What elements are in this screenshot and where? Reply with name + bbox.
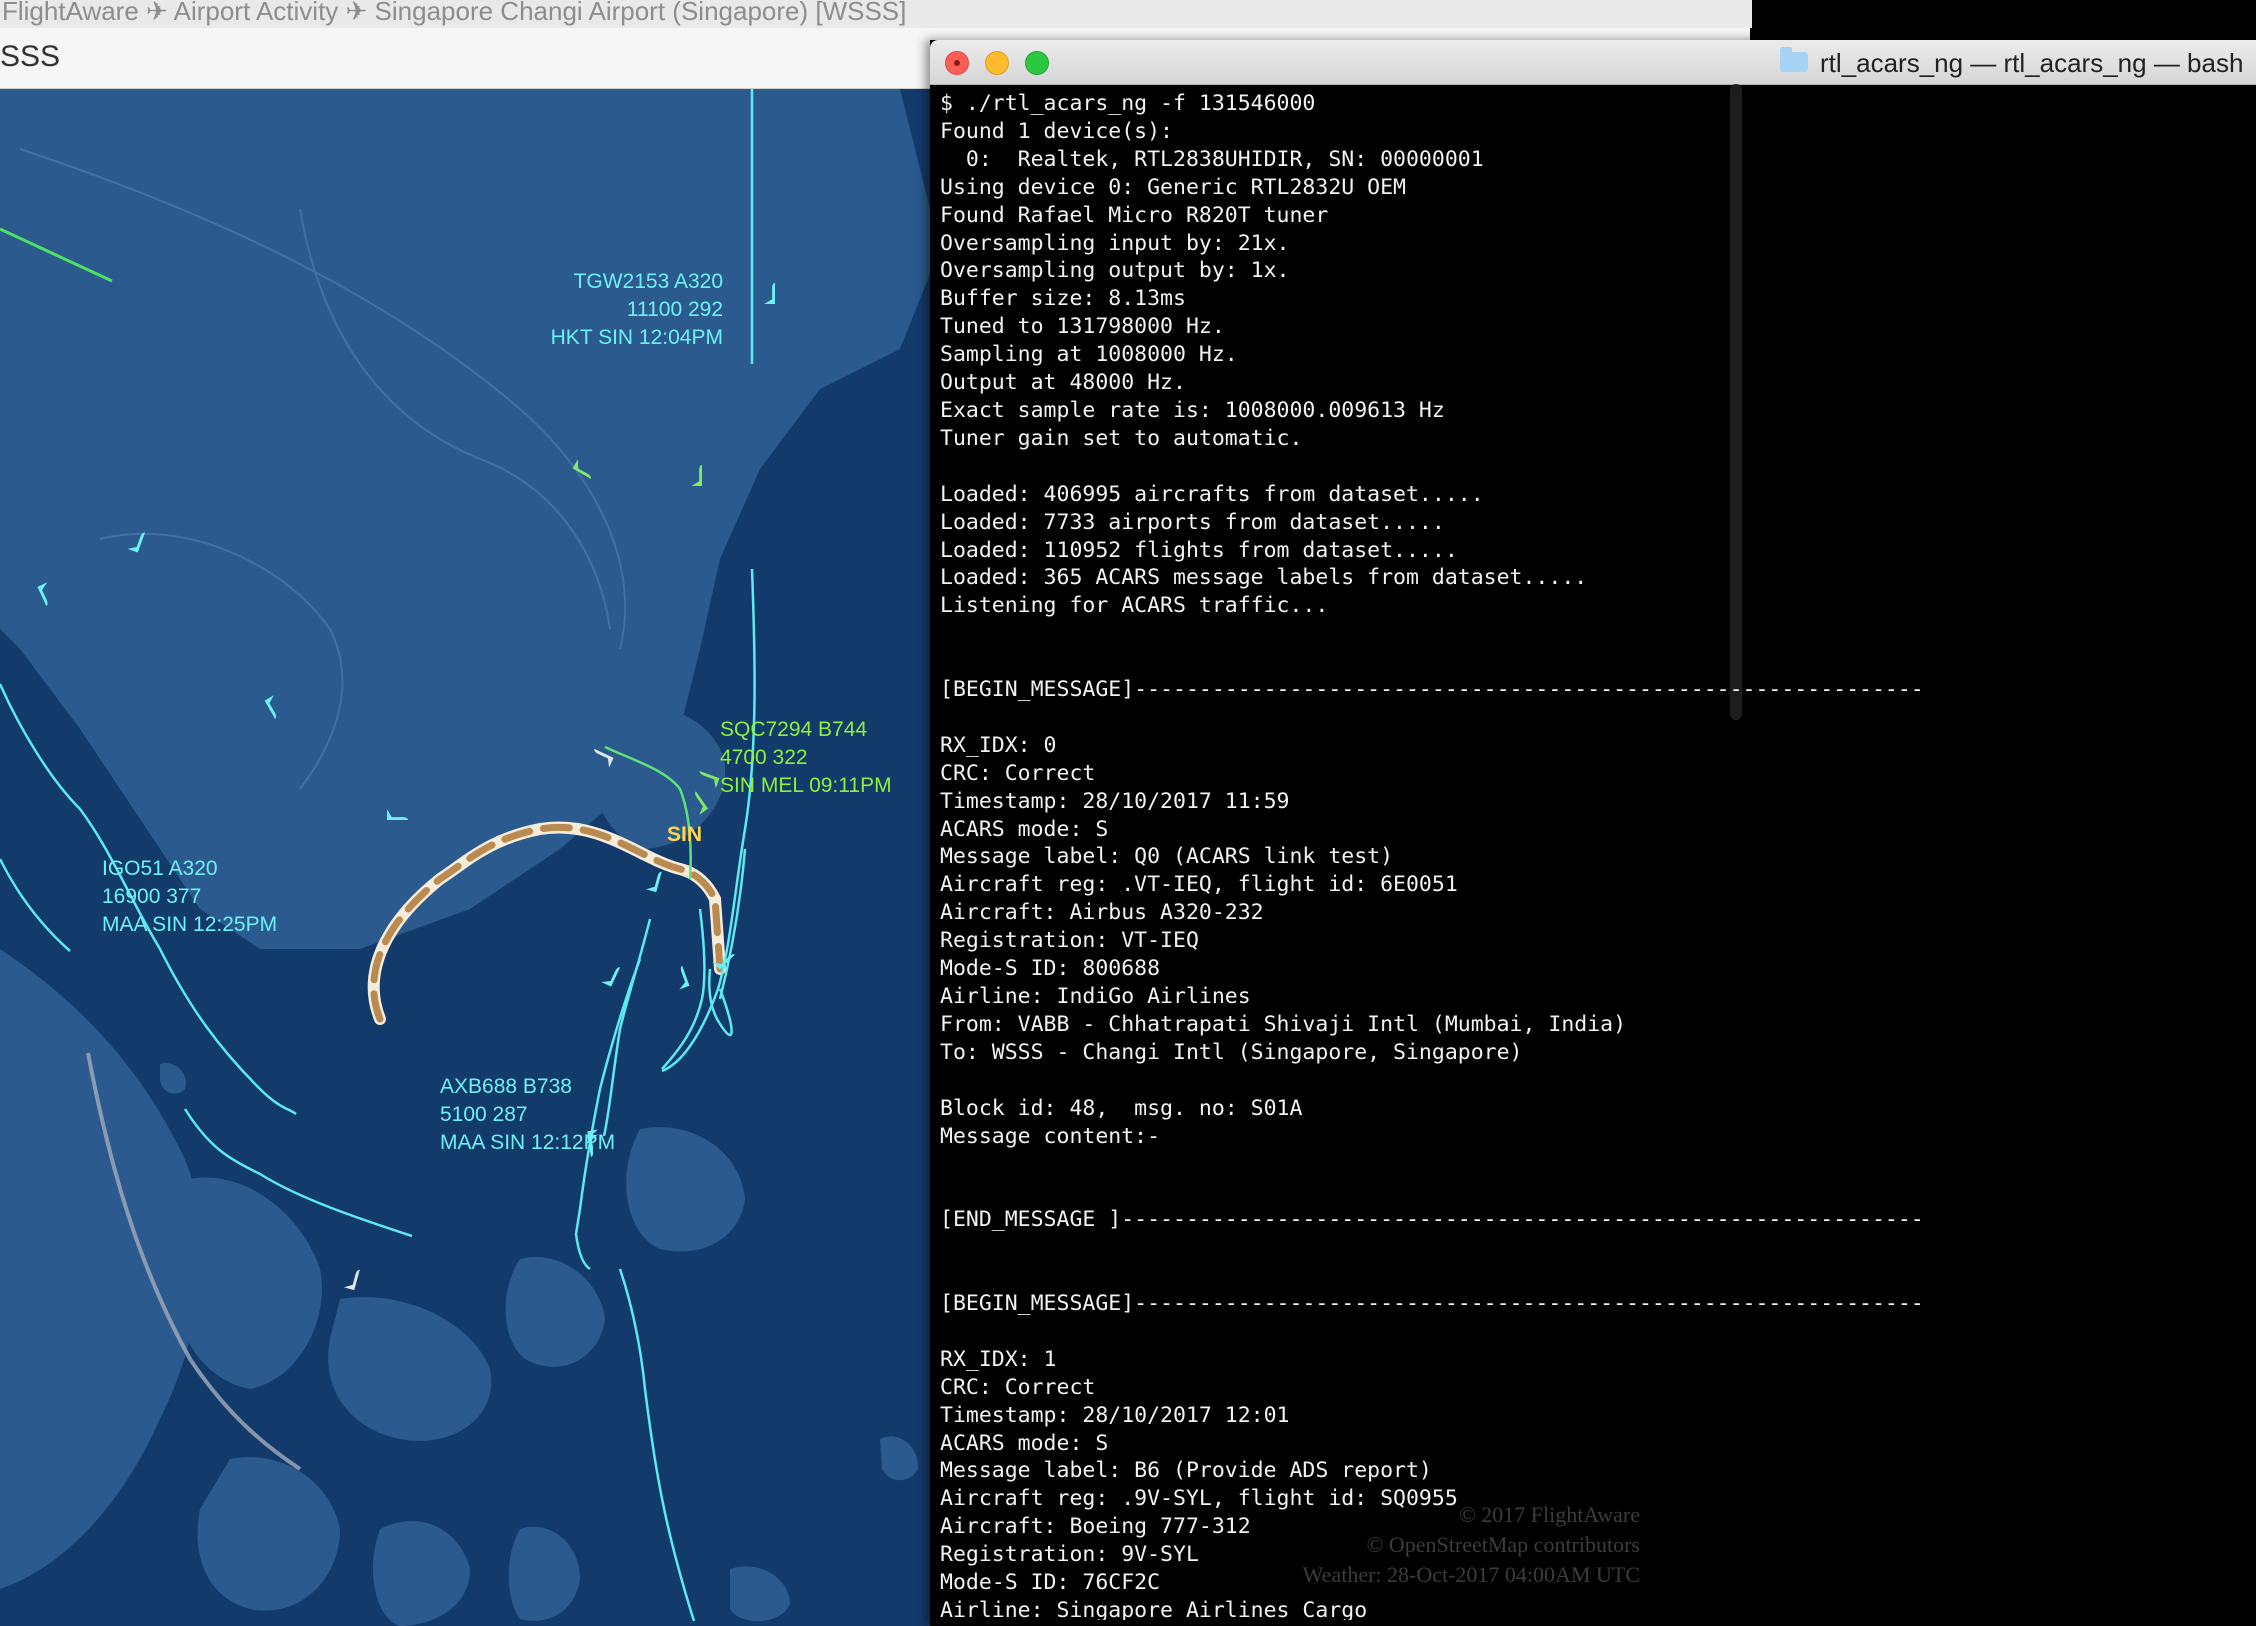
folder-icon bbox=[1780, 47, 1808, 72]
terminal-line: Airline: IndiGo Airlines bbox=[940, 984, 1251, 1009]
terminal-line: Buffer size: 8.13ms bbox=[940, 286, 1186, 312]
terminal-title: rtl_acars_ng — rtl_acars_ng — bash bbox=[1820, 48, 2244, 78]
browser-title: FlightAware ✈ Airport Activity ✈ Singapo… bbox=[0, 0, 1752, 28]
terminal-line: ACARS mode: S bbox=[940, 816, 1109, 842]
minimize-button[interactable] bbox=[985, 51, 1009, 75]
close-button[interactable] bbox=[945, 51, 969, 75]
terminal-line: Block id: 48, msg. no: S01A bbox=[940, 1095, 1303, 1121]
terminal-line: Registration: VT-IEQ bbox=[940, 928, 1199, 954]
terminal-line: CRC: Correct bbox=[940, 1374, 1096, 1400]
terminal-line: Message label: B6 (Provide ADS report) bbox=[940, 1458, 1432, 1484]
terminal-line: ACARS mode: S bbox=[940, 1430, 1109, 1456]
terminal-line: Message content:- bbox=[940, 1123, 1161, 1149]
terminal-line: RX_IDX: 1 bbox=[940, 1346, 1057, 1372]
terminal-line: Aircraft reg: .VT-IEQ, flight id: 6E0051 bbox=[940, 872, 1458, 898]
terminal-line: Loaded: 406995 aircrafts from dataset...… bbox=[940, 481, 1484, 507]
terminal-line: Aircraft: Airbus A320-232 bbox=[940, 900, 1264, 926]
flight-label-igo51[interactable]: IGO51 A320 16900 377 MAA SIN 12:25PM bbox=[102, 855, 277, 939]
terminal-line: Loaded: 110952 flights from dataset..... bbox=[940, 537, 1458, 563]
terminal-line: Tuned to 131798000 Hz. bbox=[940, 314, 1225, 340]
terminal-line: Airline: Singapore Airlines Cargo bbox=[940, 1597, 1368, 1620]
terminal-line: [BEGIN_MESSAGE]-------------------------… bbox=[940, 677, 1924, 703]
airplane-icon[interactable] bbox=[656, 440, 702, 486]
address-bar[interactable]: SSS bbox=[0, 40, 60, 74]
terminal-line: [BEGIN_MESSAGE]-------------------------… bbox=[940, 1290, 1924, 1316]
airplane-icon[interactable] bbox=[729, 258, 775, 304]
terminal-line: Mode-S ID: 76CF2C bbox=[940, 1570, 1161, 1596]
flight-label-axb688[interactable]: AXB688 B738 5100 287 MAA SIN 12:12PM bbox=[440, 1073, 615, 1157]
terminal-line: From: VABB - Chhatrapati Shivaji Intl (M… bbox=[940, 1011, 1627, 1037]
terminal-titlebar[interactable]: rtl_acars_ng — rtl_acars_ng — bash bbox=[930, 40, 2256, 85]
terminal-line: Listening for ACARS traffic... bbox=[940, 593, 1329, 619]
airplane-icon[interactable] bbox=[387, 774, 433, 820]
terminal-line: Output at 48000 Hz. bbox=[940, 370, 1186, 396]
terminal-line: 0: Realtek, RTL2838UHIDIR, SN: 00000001 bbox=[940, 146, 1484, 172]
terminal-line: Using device 0: Generic RTL2832U OEM bbox=[940, 174, 1406, 200]
terminal-text: $ ./rtl_acars_ng -f 131546000 Found 1 dev… bbox=[940, 90, 2240, 1620]
maximize-button[interactable] bbox=[1025, 51, 1049, 75]
terminal-line: Sampling at 1008000 Hz. bbox=[940, 342, 1238, 368]
terminal-line: Message label: Q0 (ACARS link test) bbox=[940, 844, 1394, 870]
terminal-line: Timestamp: 28/10/2017 12:01 bbox=[940, 1402, 1290, 1428]
terminal-line: CRC: Correct bbox=[940, 760, 1096, 786]
terminal-line: Found 1 device(s): bbox=[940, 118, 1173, 144]
terminal-line: Oversampling output by: 1x. bbox=[940, 258, 1290, 284]
terminal-line: Mode-S ID: 800688 bbox=[940, 956, 1161, 982]
terminal-line: Found Rafael Micro R820T tuner bbox=[940, 202, 1329, 228]
airport-label-sin[interactable]: SIN bbox=[667, 823, 702, 847]
terminal-line: Tuner gain set to automatic. bbox=[940, 425, 1303, 451]
flight-label-tgw2153[interactable]: TGW2153 A320 11100 292 HKT SIN 12:04PM bbox=[500, 268, 723, 352]
terminal-line: Exact sample rate is: 1008000.009613 Hz bbox=[940, 397, 1445, 423]
terminal-line: Oversampling input by: 21x. bbox=[940, 230, 1290, 256]
terminal-output[interactable]: $ ./rtl_acars_ng -f 131546000 Found 1 dev… bbox=[940, 90, 2240, 1620]
terminal-line: [END_MESSAGE ]--------------------------… bbox=[940, 1207, 1924, 1233]
flight-label-sqc7294[interactable]: SQC7294 B744 4700 322 SIN MEL 09:11PM bbox=[720, 716, 892, 800]
terminal-line: Timestamp: 28/10/2017 11:59 bbox=[940, 788, 1290, 814]
terminal-line: RX_IDX: 0 bbox=[940, 732, 1057, 758]
terminal-line: $ ./rtl_acars_ng -f 131546000 bbox=[940, 91, 1316, 116]
terminal-line: Registration: 9V-SYL bbox=[940, 1542, 1199, 1568]
terminal-line: Loaded: 7733 airports from dataset..... bbox=[940, 509, 1445, 535]
terminal-line: Aircraft: Boeing 777-312 bbox=[940, 1514, 1251, 1540]
terminal-line: To: WSSS - Changi Intl (Singapore, Singa… bbox=[940, 1039, 1523, 1065]
terminal-line: Aircraft reg: .9V-SYL, flight id: SQ0955 bbox=[940, 1486, 1458, 1512]
terminal-window: rtl_acars_ng — rtl_acars_ng — bash © 201… bbox=[930, 40, 2256, 1626]
terminal-line: Loaded: 365 ACARS message labels from da… bbox=[940, 565, 1588, 591]
